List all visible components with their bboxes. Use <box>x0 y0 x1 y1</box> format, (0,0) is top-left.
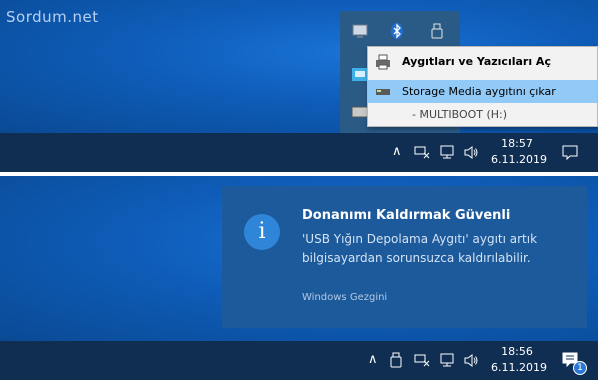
speaker-icon[interactable] <box>463 145 479 160</box>
toast-title: Donanımı Kaldırmak Güvenli <box>302 208 511 223</box>
watermark: Sordum.net <box>6 8 99 26</box>
toast-source: Windows Gezgini <box>302 292 388 303</box>
bluetooth-icon[interactable] <box>388 22 406 40</box>
menu-item-eject-storage[interactable]: Storage Media aygıtını çıkar <box>368 80 597 103</box>
clock-time[interactable]: 18:56 <box>491 344 543 359</box>
chevron-up-icon[interactable]: ∧ <box>368 353 378 367</box>
taskbar-bottom: ∧ 18:56 6.11.2019 1 <box>0 341 598 380</box>
info-icon: i <box>244 214 280 250</box>
drive-icon <box>376 89 390 95</box>
notification-count-badge: 1 <box>573 361 587 375</box>
network-disconnected-icon[interactable] <box>414 353 430 367</box>
taskbar-top: ∧ 18:57 6.11.2019 <box>0 133 598 172</box>
network-disconnected-icon[interactable] <box>414 145 430 159</box>
context-menu: Aygıtları ve Yazıcıları Aç Storage Media… <box>367 46 598 127</box>
clock-date[interactable]: 6.11.2019 <box>491 152 547 167</box>
usb-drive-icon[interactable] <box>390 352 402 368</box>
usb-drive-icon[interactable] <box>428 22 446 40</box>
speaker-icon[interactable] <box>463 353 479 368</box>
notification-toast[interactable]: i Donanımı Kaldırmak Güvenli 'USB Yığın … <box>222 186 587 328</box>
clock-time[interactable]: 18:57 <box>491 136 543 151</box>
printer-icon <box>376 54 390 70</box>
menu-item-label: - MULTIBOOT (H:) <box>412 108 508 121</box>
menu-item-label: Aygıtları ve Yazıcıları Aç <box>402 55 551 68</box>
desktop-background-top: Sordum.net Aygıtları ve Yazıcıları Aç St… <box>0 0 598 133</box>
monitor-icon[interactable] <box>440 145 456 160</box>
display-icon[interactable] <box>351 22 369 40</box>
menu-item-open-devices-printers[interactable]: Aygıtları ve Yazıcıları Aç <box>368 50 597 73</box>
clock-date[interactable]: 6.11.2019 <box>491 360 547 375</box>
chevron-up-icon[interactable]: ∧ <box>392 145 402 159</box>
monitor-icon[interactable] <box>440 353 456 368</box>
menu-item-volume[interactable]: - MULTIBOOT (H:) <box>368 103 597 126</box>
toast-body: 'USB Yığın Depolama Aygıtı' aygıtı artık… <box>302 232 538 265</box>
menu-item-label: Storage Media aygıtını çıkar <box>402 85 556 98</box>
action-center-icon[interactable] <box>562 144 578 160</box>
